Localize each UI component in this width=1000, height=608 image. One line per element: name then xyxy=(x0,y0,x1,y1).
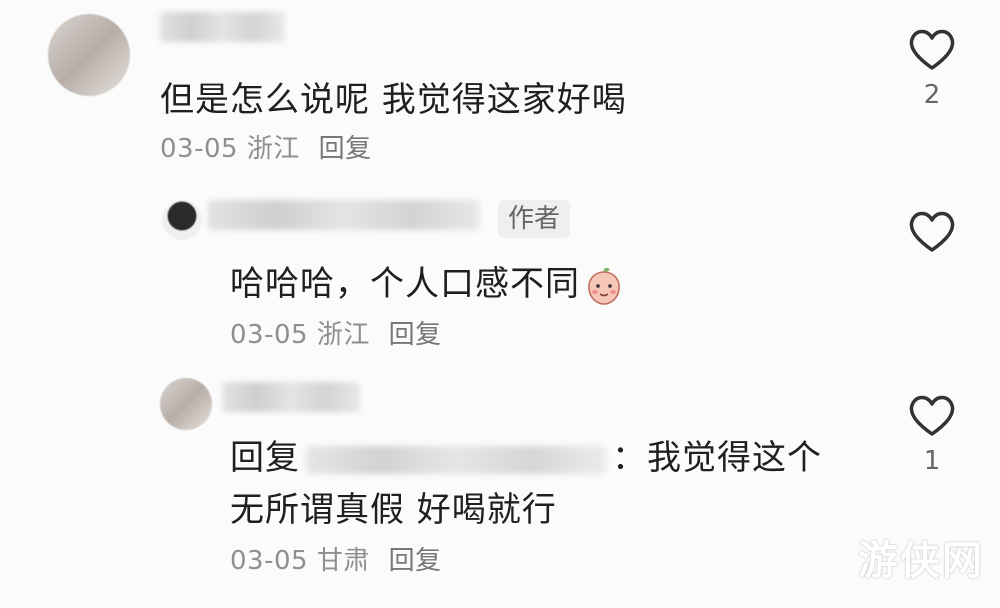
comment-date: 03-05 xyxy=(230,320,309,350)
replied-username-blurred[interactable] xyxy=(306,445,606,474)
like-count: 2 xyxy=(923,80,941,110)
heart-outline-icon xyxy=(909,29,955,70)
reply-button[interactable]: 回复 xyxy=(319,134,372,164)
avatar[interactable] xyxy=(48,14,130,96)
username-blurred[interactable] xyxy=(222,382,360,412)
like-button[interactable] xyxy=(904,208,960,262)
like-button[interactable]: 2 xyxy=(904,26,960,110)
avatar[interactable] xyxy=(162,200,202,240)
comment-meta: 03-05 甘肃 回复 xyxy=(230,540,442,577)
reply-prefix: 回复 xyxy=(230,438,300,478)
comment-text-line-1: 回复 ：我觉得这个 xyxy=(230,436,822,480)
reply-button[interactable]: 回复 xyxy=(389,320,442,350)
comment-meta: 03-05 浙江 回复 xyxy=(230,314,442,351)
reply-button[interactable]: 回复 xyxy=(389,546,442,576)
comment-date: 03-05 xyxy=(160,134,239,164)
comment-text: 哈哈哈，个人口感不同 xyxy=(230,262,624,306)
author-tag: 作者 xyxy=(498,200,571,238)
reply-colon: ： xyxy=(612,438,647,478)
comment-location: 浙江 xyxy=(316,320,370,350)
avatar[interactable] xyxy=(160,378,212,430)
heart-outline-icon xyxy=(909,395,955,436)
comment-location: 浙江 xyxy=(246,134,300,164)
username-blurred[interactable] xyxy=(160,12,285,42)
heart-outline-icon xyxy=(909,211,955,252)
username-blurred[interactable] xyxy=(208,200,480,230)
comment-meta: 03-05 浙江 回复 xyxy=(160,128,372,165)
watermark: 游侠网 xyxy=(858,537,984,584)
comment-text: 但是怎么说呢 我觉得这家好喝 xyxy=(160,80,627,120)
like-button[interactable]: 1 xyxy=(904,392,960,476)
peach-face-emoji xyxy=(584,266,624,306)
like-count: 1 xyxy=(923,446,941,476)
comment-text-line-2: 无所谓真假 好喝就行 xyxy=(230,490,557,530)
comment-text-part-1: 我觉得这个 xyxy=(647,438,822,478)
comment-location: 甘肃 xyxy=(316,546,370,576)
comment-date: 03-05 xyxy=(230,546,309,576)
comment-text-content: 哈哈哈，个人口感不同 xyxy=(230,264,580,304)
